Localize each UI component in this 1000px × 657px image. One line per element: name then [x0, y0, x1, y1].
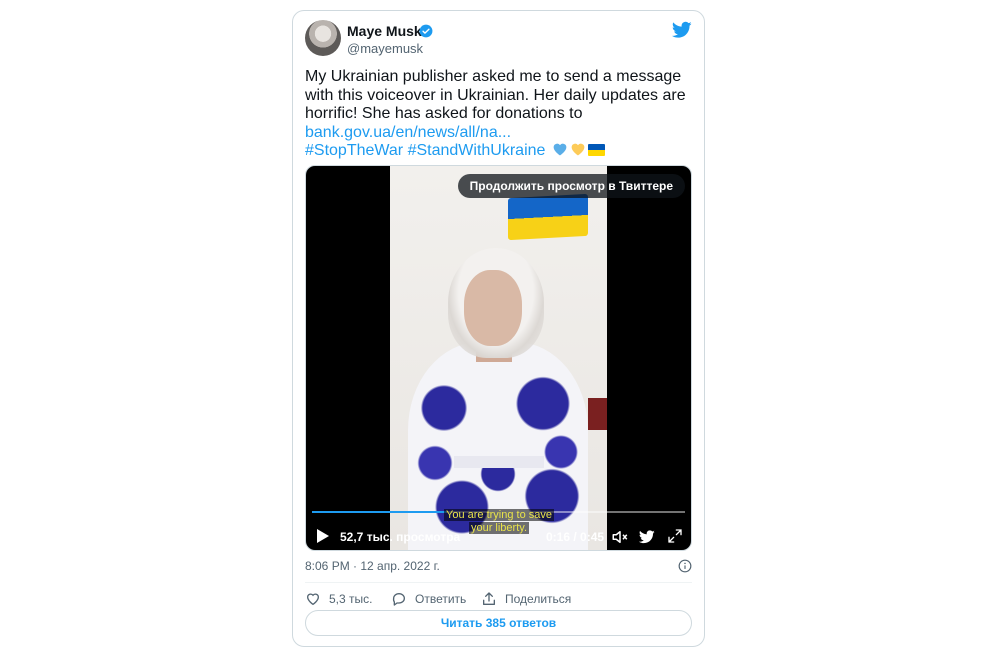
read-replies-button[interactable]: Читать 385 ответов [305, 610, 692, 636]
reply-icon [392, 593, 405, 606]
play-icon[interactable] [316, 528, 330, 544]
yellow-heart-icon [571, 143, 585, 156]
verified-badge-icon [419, 24, 433, 38]
tweet-text-line: with this voiceover in Ukrainian. Her da… [305, 86, 686, 104]
wall-picture [588, 398, 607, 430]
video-frame [390, 166, 607, 550]
video-progress-fill [312, 511, 447, 513]
heart-icon [306, 593, 320, 606]
avatar[interactable] [305, 20, 341, 56]
blue-heart-icon [553, 143, 567, 156]
person-face [464, 270, 522, 346]
tweet-card: Maye Musk @mayemusk My Ukrainian publish… [292, 10, 705, 647]
fullscreen-icon[interactable] [667, 528, 683, 544]
like-button[interactable]: 5,3 тыс. [305, 589, 372, 609]
person-belt [454, 456, 544, 468]
tweet-timestamp[interactable]: 8:06 PM · 12 апр. 2022 г. [305, 559, 440, 573]
continue-watching-button[interactable]: Продолжить просмотр в Твиттере [457, 174, 685, 198]
reply-button[interactable]: Ответить [391, 589, 466, 609]
mute-icon[interactable] [611, 528, 629, 546]
donation-link[interactable]: bank.gov.ua/en/news/all/na... [305, 124, 511, 141]
video-controls: 52,7 тыс. просмотра 0:16 / 0:45 [306, 522, 691, 550]
subtitle-line-1: You are trying to save [444, 509, 554, 521]
like-count: 5,3 тыс. [329, 592, 373, 606]
view-count: 52,7 тыс. просмотра [340, 530, 461, 544]
author-name[interactable]: Maye Musk [347, 23, 422, 39]
share-label: Поделиться [505, 592, 572, 606]
ukraine-flag-icon [587, 144, 605, 156]
twitter-bird-icon[interactable] [672, 21, 692, 39]
tweet-text-line: My Ukrainian publisher asked me to send … [305, 68, 682, 85]
tweet-text-line: horrific! She has asked for donations to [305, 105, 583, 122]
divider [305, 582, 692, 583]
share-button[interactable]: Поделиться [481, 589, 571, 609]
author-handle[interactable]: @mayemusk [347, 41, 423, 56]
video-time: 0:16 / 0:45 [546, 530, 605, 544]
twitter-icon[interactable] [639, 529, 655, 545]
tweet-text: My Ukrainian publisher asked me to send … [305, 68, 690, 161]
hashtag-standwithukraine[interactable]: #StandWithUkraine [408, 142, 546, 159]
share-icon [483, 592, 495, 605]
reply-label: Ответить [415, 592, 467, 606]
video-player[interactable]: Продолжить просмотр в Твиттере You are t… [305, 165, 692, 551]
ukraine-flag-image [508, 193, 588, 241]
info-icon[interactable] [678, 559, 692, 573]
hashtag-stopthewar[interactable]: #StopTheWar [305, 142, 403, 159]
